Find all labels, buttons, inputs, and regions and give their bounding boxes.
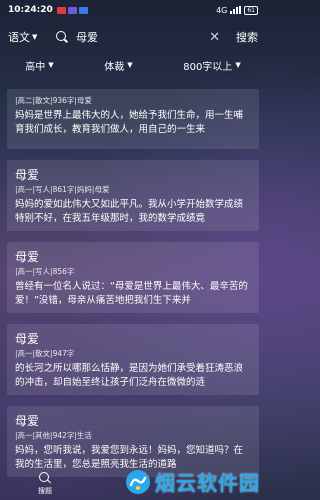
- chevron-down-icon: ▼: [235, 61, 241, 69]
- notification-badges: [56, 6, 88, 14]
- chevron-down-icon: ▼: [127, 61, 133, 69]
- close-icon[interactable]: ✕: [209, 31, 220, 44]
- list-item[interactable]: 母爱 |高一|写人|861字|妈妈|母爱 妈妈的爱如此伟大又如此平凡。我从小学开…: [7, 160, 259, 231]
- essay-title: 母爱: [15, 168, 40, 182]
- watermark: 烟云软件园: [125, 467, 260, 496]
- search-header: 语文 ▼ 母爱 ✕ 搜索: [0, 22, 266, 52]
- filter-bar: 高中 ▼ 体裁 ▼ 800字以上 ▼: [0, 56, 266, 74]
- results-list: |高二|散文|936字|母爱 妈妈是世界上最伟大的人，她给予我们生命，用一生哺育…: [7, 89, 259, 488]
- filter-genre[interactable]: 体裁 ▼: [104, 58, 132, 73]
- status-time: 10:24:20: [8, 5, 53, 15]
- list-item[interactable]: |高二|散文|936字|母爱 妈妈是世界上最伟大的人，她给予我们生命，用一生哺育…: [7, 89, 259, 149]
- list-item[interactable]: 母爱 |高一|散文|947字 的长河之所以哪那么恬静，是因为她们承受着狂涛恶浪的…: [7, 324, 259, 395]
- search-button[interactable]: 搜索: [236, 29, 258, 45]
- filter-length[interactable]: 800字以上 ▼: [183, 58, 240, 73]
- essay-excerpt: 的长河之所以哪那么恬静，是因为她们承受着狂涛恶浪的冲击，却自始至终让孩子们泛舟在…: [15, 363, 244, 388]
- tab-label: 搜题: [38, 487, 52, 495]
- filter-grade[interactable]: 高中 ▼: [25, 58, 53, 73]
- search-icon: [39, 472, 51, 484]
- essay-excerpt: 妈妈是世界上最伟大的人，她给予我们生命，用一生哺育我们成长，教育我们做人，用自己…: [15, 110, 244, 135]
- essay-meta: |高一|其他|942字|生活: [15, 431, 92, 440]
- essay-title: 母爱: [15, 332, 40, 346]
- essay-excerpt: 妈妈的爱如此伟大又如此平凡。我从小学开始数学成绩特别不好，在我五年级那时，我的数…: [15, 199, 244, 224]
- list-item[interactable]: 母爱 |高一|写人|856字 曾经有一位名人说过：“母爱是世界上最伟大、最辛苦的…: [7, 242, 259, 313]
- app-notification-icon: [56, 6, 66, 14]
- essay-meta: |高二|散文|936字|母爱: [15, 96, 92, 105]
- subject-label: 语文: [8, 31, 30, 44]
- essay-meta: |高一|写人|861字|妈妈|母爱: [15, 185, 110, 194]
- search-icon: [56, 31, 68, 43]
- tab-search-questions[interactable]: 搜题: [0, 468, 90, 500]
- chevron-down-icon: ▼: [32, 33, 38, 41]
- chevron-down-icon: ▼: [48, 61, 54, 69]
- filter-label: 800字以上: [183, 61, 233, 73]
- essay-title: 母爱: [15, 250, 40, 264]
- battery-icon: 61: [244, 5, 258, 15]
- essay-meta: |高一|散文|947字: [15, 349, 75, 358]
- search-input[interactable]: 母爱 ✕: [48, 25, 228, 49]
- watermark-text: 烟云软件园: [155, 471, 260, 495]
- signal-icon: [230, 6, 242, 14]
- search-query[interactable]: 母爱: [76, 29, 209, 45]
- watermark-logo-icon: [125, 469, 151, 495]
- essay-meta: |高一|写人|856字: [15, 267, 75, 276]
- network-type: 4G: [216, 5, 228, 15]
- app-notification-icon: [67, 6, 77, 14]
- essay-title: 母爱: [15, 414, 40, 428]
- subject-select[interactable]: 语文 ▼: [8, 29, 48, 45]
- app-notification-icon: [78, 6, 88, 14]
- status-indicators: 4G 61: [216, 5, 258, 15]
- filter-label: 体裁: [104, 61, 125, 73]
- status-bar: 10:24:20 4G 61: [0, 0, 266, 20]
- essay-excerpt: 曾经有一位名人说过：“母爱是世界上最伟大、最辛苦的爱！”没错，母亲从痛苦地把我们…: [15, 281, 248, 306]
- filter-label: 高中: [25, 61, 46, 73]
